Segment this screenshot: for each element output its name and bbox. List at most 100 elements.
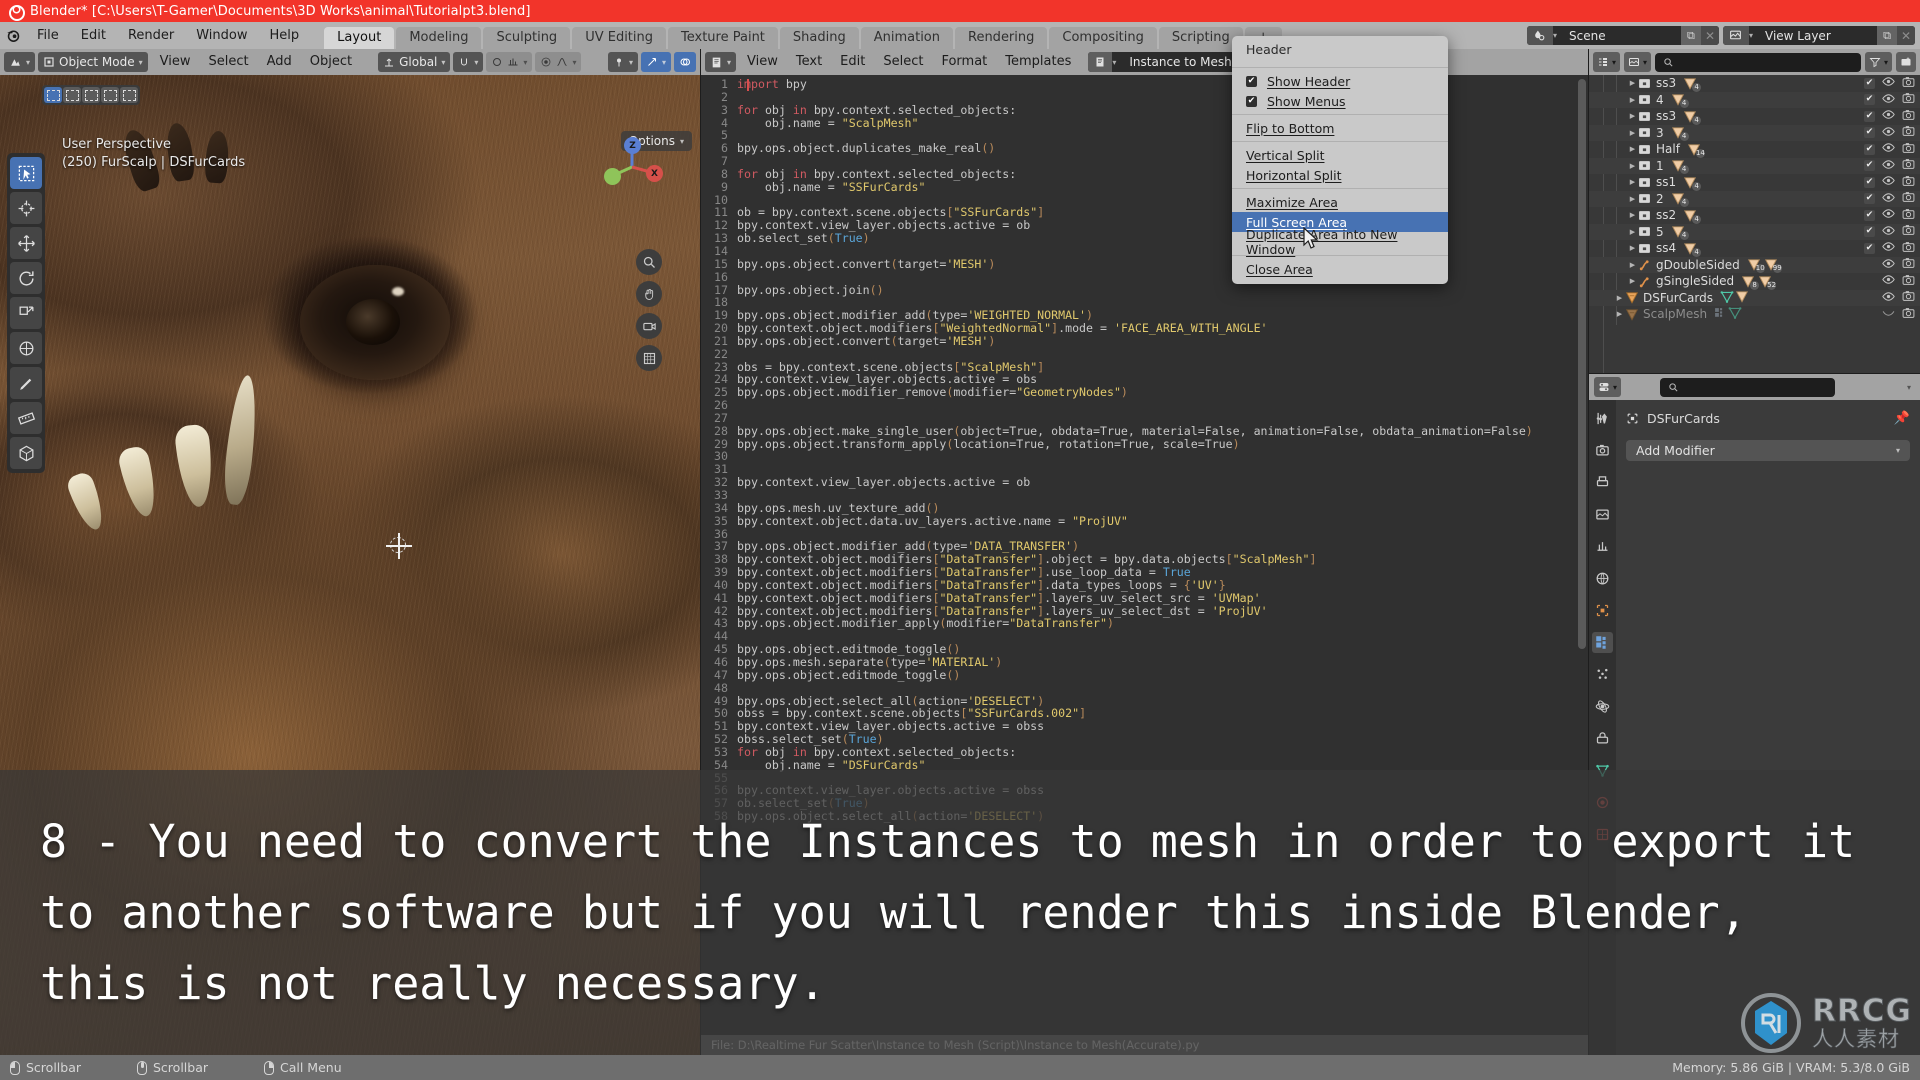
code-line[interactable]: 4 obj.name = "ScalpMesh" — [701, 116, 1588, 130]
outliner-row[interactable]: ▶ 1 4 ✔ — [1589, 157, 1920, 175]
text-menu-edit[interactable]: Edit — [831, 49, 874, 75]
render-camera-icon[interactable] — [1902, 76, 1915, 91]
select-box-icon[interactable] — [44, 87, 62, 103]
outliner-row[interactable]: ▶ DSFurCards — [1589, 289, 1920, 306]
expand-arrow-icon[interactable]: ▶ — [1628, 96, 1637, 104]
code-line[interactable]: 13 ob.select_set(True) — [701, 232, 1588, 245]
workspace-tab-texture-paint[interactable]: Texture Paint — [668, 27, 778, 49]
code-line[interactable]: 1 import bpy — [701, 78, 1588, 91]
viewport-menu-view[interactable]: View — [151, 49, 200, 75]
exclude-checkbox[interactable]: ✔ — [1864, 242, 1875, 254]
render-camera-icon[interactable] — [1902, 142, 1915, 157]
viewport-visibility-selector[interactable]: ▾ — [607, 52, 638, 72]
snap-toggle[interactable]: ▾ — [453, 52, 484, 72]
code-line[interactable]: 21 bpy.ops.object.convert(target='MESH') — [701, 334, 1588, 348]
expand-arrow-icon[interactable]: ▶ — [1628, 211, 1637, 219]
editor-type-selector[interactable]: ▾ — [705, 52, 737, 72]
visibility-eye-icon[interactable] — [1882, 208, 1895, 222]
context-menu-item-show-header[interactable]: ✔ Show Header — [1232, 71, 1448, 91]
expand-arrow-icon[interactable]: ▶ — [1628, 195, 1637, 203]
outliner-filter-button[interactable]: ▾ — [1864, 52, 1892, 72]
visibility-eye-icon[interactable] — [1882, 291, 1895, 305]
render-camera-icon[interactable] — [1902, 125, 1915, 140]
exclude-checkbox[interactable]: ✔ — [1864, 160, 1875, 172]
workspace-tab-modeling[interactable]: Modeling — [396, 27, 482, 49]
top-menu-edit[interactable]: Edit — [70, 22, 117, 49]
text-menu-select[interactable]: Select — [874, 49, 932, 75]
visibility-eye-icon[interactable] — [1882, 109, 1895, 123]
expand-arrow-icon[interactable]: ▶ — [1628, 261, 1637, 269]
context-menu-item-flip-to-bottom[interactable]: Flip to Bottom — [1232, 118, 1448, 138]
exclude-checkbox[interactable]: ✔ — [1864, 226, 1875, 238]
editor-type-selector[interactable]: ▾ — [4, 52, 36, 72]
camera-view-icon[interactable] — [636, 313, 662, 339]
expand-arrow-icon[interactable]: ▶ — [1628, 162, 1637, 170]
visibility-eye-icon[interactable] — [1882, 142, 1895, 156]
code-line[interactable]: 6 bpy.ops.object.duplicates_make_real() — [701, 142, 1588, 155]
transform-orientation-selector[interactable]: Global ▾ — [378, 52, 451, 72]
tool-transform[interactable] — [10, 332, 42, 364]
context-menu-item-maximize-area[interactable]: Maximize Area — [1232, 192, 1448, 212]
add-modifier-button[interactable]: Add Modifier ▾ — [1626, 440, 1910, 461]
select-invert-icon[interactable] — [101, 87, 119, 103]
gizmo-axis-z[interactable]: Z — [624, 137, 641, 154]
outliner-search-input[interactable] — [1655, 52, 1861, 72]
editor-type-selector[interactable]: ▾ — [1594, 377, 1622, 397]
exclude-checkbox[interactable]: ✔ — [1864, 176, 1875, 188]
code-line[interactable]: 15 bpy.ops.object.convert(target='MESH') — [701, 257, 1588, 271]
exclude-checkbox[interactable]: ✔ — [1864, 110, 1875, 122]
context-menu-item-duplicate-area-into-new-window[interactable]: Duplicate Area into New Window — [1232, 227, 1448, 257]
toggle-orthographic-icon[interactable] — [636, 345, 662, 371]
workspace-tab-layout[interactable]: Layout — [324, 27, 395, 49]
outliner-row[interactable]: ▶ gSingleSided 8 52 — [1589, 273, 1920, 290]
scene-new-button[interactable]: ⧉ — [1680, 26, 1701, 45]
context-menu-item-horizontal-split[interactable]: Horizontal Split — [1232, 165, 1448, 185]
outliner-row[interactable]: ▶ ss2 4 ✔ — [1589, 207, 1920, 224]
expand-arrow-icon[interactable]: ▶ — [1615, 310, 1624, 318]
render-camera-icon[interactable] — [1902, 224, 1915, 239]
expand-arrow-icon[interactable]: ▶ — [1628, 178, 1637, 186]
outliner-row[interactable]: ▶ ss4 4 ✔ — [1589, 240, 1920, 257]
workspace-tab-rendering[interactable]: Rendering — [955, 27, 1048, 49]
select-subtract-icon[interactable] — [82, 87, 100, 103]
context-menu-item-vertical-split[interactable]: Vertical Split — [1232, 145, 1448, 165]
checkbox[interactable]: ✔ — [1246, 95, 1257, 107]
workspace-tab-shading[interactable]: Shading — [779, 27, 859, 49]
viewport-menu-add[interactable]: Add — [258, 49, 301, 75]
visibility-eye-icon[interactable] — [1882, 159, 1895, 173]
code-line[interactable]: 35 bpy.context.object.data.uv_layers.acti… — [701, 514, 1588, 528]
text-menu-format[interactable]: Format — [932, 49, 996, 75]
navigation-gizmo[interactable]: Z X — [598, 133, 666, 201]
outliner-row[interactable]: ▶ 5 4 ✔ — [1589, 223, 1920, 241]
code-line[interactable]: 47 bpy.ops.object.editmode_toggle() — [701, 668, 1588, 682]
select-mode-buttons[interactable] — [42, 85, 140, 105]
properties-tab-tool[interactable] — [1592, 408, 1613, 429]
expand-arrow-icon[interactable]: ▶ — [1628, 129, 1637, 137]
code-line[interactable]: 17 bpy.ops.object.join() — [701, 283, 1588, 297]
visibility-eye-icon[interactable] — [1882, 76, 1895, 90]
context-menu-item-close-area[interactable]: Close Area — [1232, 259, 1448, 279]
properties-tab-view-layer[interactable] — [1592, 504, 1613, 525]
view-layer-remove-button[interactable]: ✕ — [1897, 26, 1915, 45]
context-menu-items[interactable]: ✔ Show Header ✔ Show Menus Flip to Bottom Ver… — [1232, 71, 1448, 279]
view-layer-new-button[interactable]: ⧉ — [1877, 26, 1897, 45]
expand-arrow-icon[interactable]: ▶ — [1628, 112, 1637, 120]
outliner-row[interactable]: ▶ gDoubleSided 10 99 — [1589, 256, 1920, 274]
display-mode-selector[interactable]: ▾ — [1624, 52, 1652, 72]
outliner-new-collection-button[interactable] — [1896, 52, 1916, 72]
viewport-menu-object[interactable]: Object — [301, 49, 361, 75]
properties-tab-render[interactable] — [1592, 440, 1613, 461]
proportional-falloff-selector[interactable]: ▾ — [535, 52, 582, 72]
code-line[interactable]: 9 obj.name = "SSFurCards" — [701, 180, 1588, 194]
visibility-eye-icon[interactable] — [1882, 93, 1895, 107]
expand-arrow-icon[interactable]: ▶ — [1628, 228, 1637, 236]
gizmo-axis-x[interactable]: X — [646, 165, 663, 182]
render-camera-icon[interactable] — [1902, 92, 1915, 107]
top-menu-window[interactable]: Window — [185, 22, 258, 49]
expand-arrow-icon[interactable]: ▶ — [1628, 277, 1637, 285]
pan-hand-icon[interactable] — [636, 281, 662, 307]
blender-menu-icon[interactable] — [0, 22, 26, 49]
visibility-eye-icon[interactable] — [1882, 175, 1895, 189]
expand-arrow-icon[interactable]: ▶ — [1615, 294, 1624, 302]
workspace-tab-sculpting[interactable]: Sculpting — [483, 27, 571, 49]
